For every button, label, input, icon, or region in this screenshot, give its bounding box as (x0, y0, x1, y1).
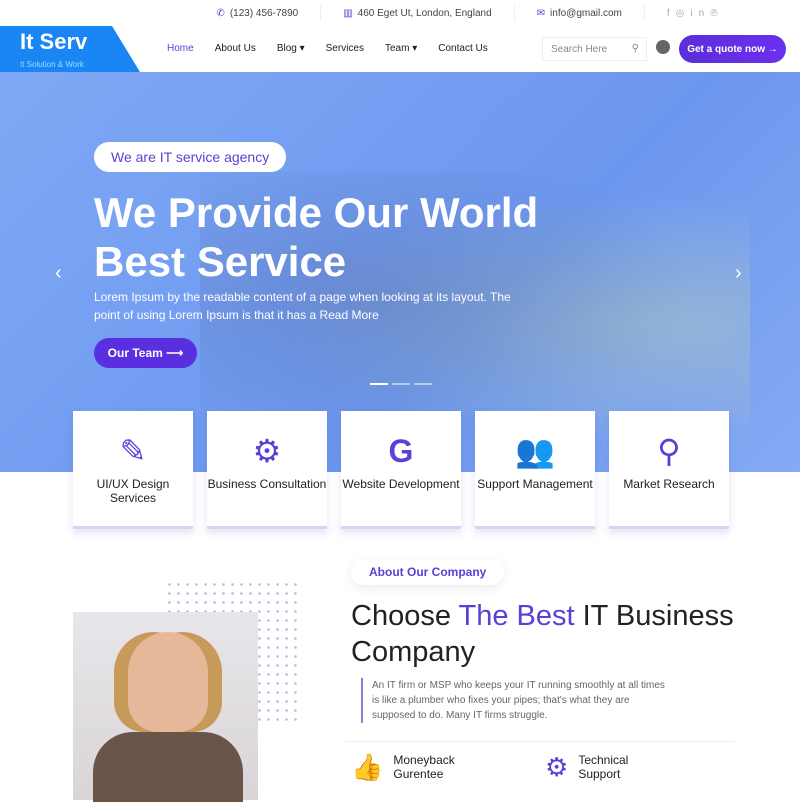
next-arrow-icon[interactable]: › (735, 262, 742, 285)
search-icon: ⚲ (657, 433, 681, 469)
social-links[interactable]: f◎in℗ (667, 8, 724, 19)
users-icon: 👥 (515, 433, 555, 469)
linkedin-icon[interactable]: in (690, 8, 710, 19)
service-card[interactable]: ⚙ Business Consultation (207, 411, 327, 529)
about-photo (73, 612, 258, 802)
nav-contact[interactable]: Contact Us (438, 43, 487, 54)
get-quote-button[interactable]: Get a quote now → (679, 35, 786, 63)
edit-icon: ✎ (119, 433, 147, 469)
phone[interactable]: ✆ (123) 456-7890 (216, 8, 298, 19)
address: ▥ 460 Eget Ut, London, England (343, 7, 492, 19)
hero-tag: We are IT service agency (94, 142, 287, 172)
service-card[interactable]: ✎ UI/UX Design Services (73, 411, 193, 529)
feature-support: ⚙ Technical Support (545, 752, 629, 782)
service-card[interactable]: ⚲ Market Research (609, 411, 729, 529)
logo[interactable]: It Serv It Solution & Work (0, 26, 140, 72)
nav-services[interactable]: Services (326, 43, 364, 54)
instagram-icon[interactable]: ◎ (676, 8, 691, 19)
search-icon[interactable]: ⚲ (632, 43, 639, 54)
pinterest-icon[interactable]: ℗ (710, 8, 723, 19)
services-cards: ✎ UI/UX Design Services ⚙ Business Consult… (73, 411, 729, 529)
our-team-button[interactable]: Our Team ⟶ (94, 338, 197, 368)
nav-team[interactable]: Team ▾ (385, 43, 417, 54)
slider-dots[interactable] (370, 383, 432, 385)
divider (345, 741, 735, 742)
service-card[interactable]: G Website Development (341, 411, 461, 529)
thumbs-up-icon: 👍 (351, 752, 384, 782)
google-icon: G (388, 433, 414, 469)
hero-text: Lorem Ipsum by the readable content of a… (94, 290, 511, 322)
globe-icon[interactable] (656, 40, 670, 54)
nav-home[interactable]: Home (167, 43, 194, 54)
hero-title: We Provide Our World Best Service (94, 189, 539, 285)
about-tag: About Our Company (351, 559, 505, 585)
email[interactable]: ✉ info@gmail.com (537, 8, 622, 19)
map-icon: ▥ (343, 7, 353, 19)
search-input[interactable]: Search Here ⚲ (542, 37, 647, 61)
facebook-icon[interactable]: f (667, 8, 676, 19)
nav-about[interactable]: About Us (215, 43, 256, 54)
about-text: An IT firm or MSP who keeps your IT runn… (361, 678, 671, 723)
mail-icon: ✉ (536, 7, 546, 19)
navbar: It Serv It Solution & Work Home About Us … (0, 26, 800, 72)
about-title: Choose The Best IT Business Company (351, 600, 734, 668)
gear-icon: ⚙ (252, 433, 282, 469)
phone-icon: ✆ (216, 7, 225, 19)
service-card[interactable]: 👥 Support Management (475, 411, 595, 529)
gear-icon: ⚙ (545, 752, 569, 782)
prev-arrow-icon[interactable]: ‹ (55, 262, 62, 285)
feature-moneyback: 👍 Moneyback Gurentee (351, 752, 455, 782)
nav-blog[interactable]: Blog ▾ (277, 43, 305, 54)
top-bar: ✆ (123) 456-7890 ▥ 460 Eget Ut, London, En… (0, 0, 800, 26)
